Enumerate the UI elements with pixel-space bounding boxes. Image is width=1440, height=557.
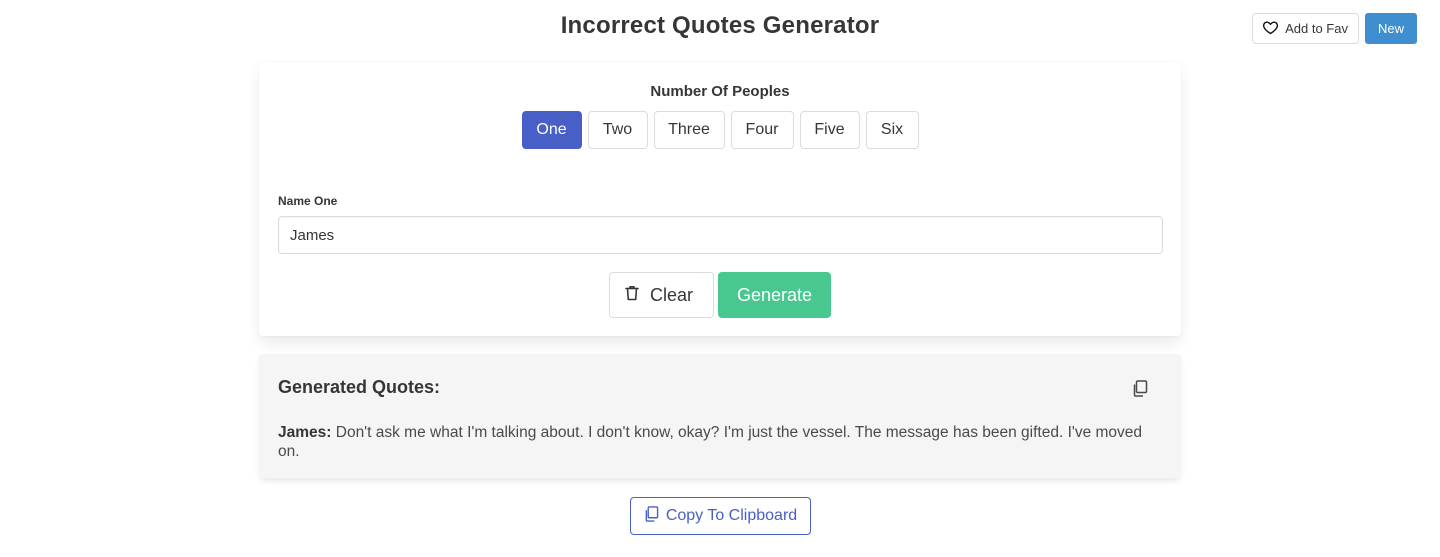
quote-body: Don't ask me what I'm talking about. I d… bbox=[278, 424, 1143, 460]
heart-icon bbox=[1262, 19, 1279, 39]
action-row: Clear Generate bbox=[259, 272, 1181, 318]
new-button[interactable]: New bbox=[1364, 13, 1417, 44]
quote-speaker: James: bbox=[278, 424, 332, 441]
people-option-six[interactable]: Six bbox=[865, 111, 919, 149]
generated-quotes-panel: Generated Quotes: James: Don't ask me wh… bbox=[259, 354, 1181, 478]
name-one-label: Name One bbox=[278, 194, 338, 208]
generate-button[interactable]: Generate bbox=[717, 272, 832, 318]
clear-label: Clear bbox=[649, 284, 693, 305]
trash-icon bbox=[625, 285, 639, 306]
people-option-three[interactable]: Three bbox=[653, 111, 725, 149]
top-actions: Add to Fav New bbox=[1252, 13, 1417, 44]
copy-icon[interactable] bbox=[1130, 378, 1150, 398]
quote-text: James: Don't ask me what I'm talking abo… bbox=[278, 423, 1158, 461]
people-option-one[interactable]: One bbox=[521, 111, 582, 149]
copy-to-clipboard-button[interactable]: Copy To Clipboard bbox=[630, 497, 811, 535]
people-option-four[interactable]: Four bbox=[730, 111, 794, 149]
number-of-people-label: Number Of Peoples bbox=[650, 83, 790, 100]
people-option-five[interactable]: Five bbox=[799, 111, 860, 149]
page-title: Incorrect Quotes Generator bbox=[560, 12, 880, 39]
generated-quotes-title: Generated Quotes: bbox=[278, 377, 441, 397]
add-to-fav-button[interactable]: Add to Fav bbox=[1252, 13, 1359, 44]
add-to-fav-label: Add to Fav bbox=[1285, 21, 1348, 36]
generator-card: Number Of Peoples One Two Three Four Fiv… bbox=[259, 62, 1181, 336]
people-count-selector: One Two Three Four Five Six bbox=[259, 111, 1181, 149]
copy-icon bbox=[644, 505, 659, 527]
clear-button[interactable]: Clear bbox=[608, 272, 714, 318]
copy-to-clipboard-label: Copy To Clipboard bbox=[665, 507, 798, 524]
name-one-input[interactable] bbox=[278, 216, 1163, 254]
people-option-two[interactable]: Two bbox=[587, 111, 648, 149]
